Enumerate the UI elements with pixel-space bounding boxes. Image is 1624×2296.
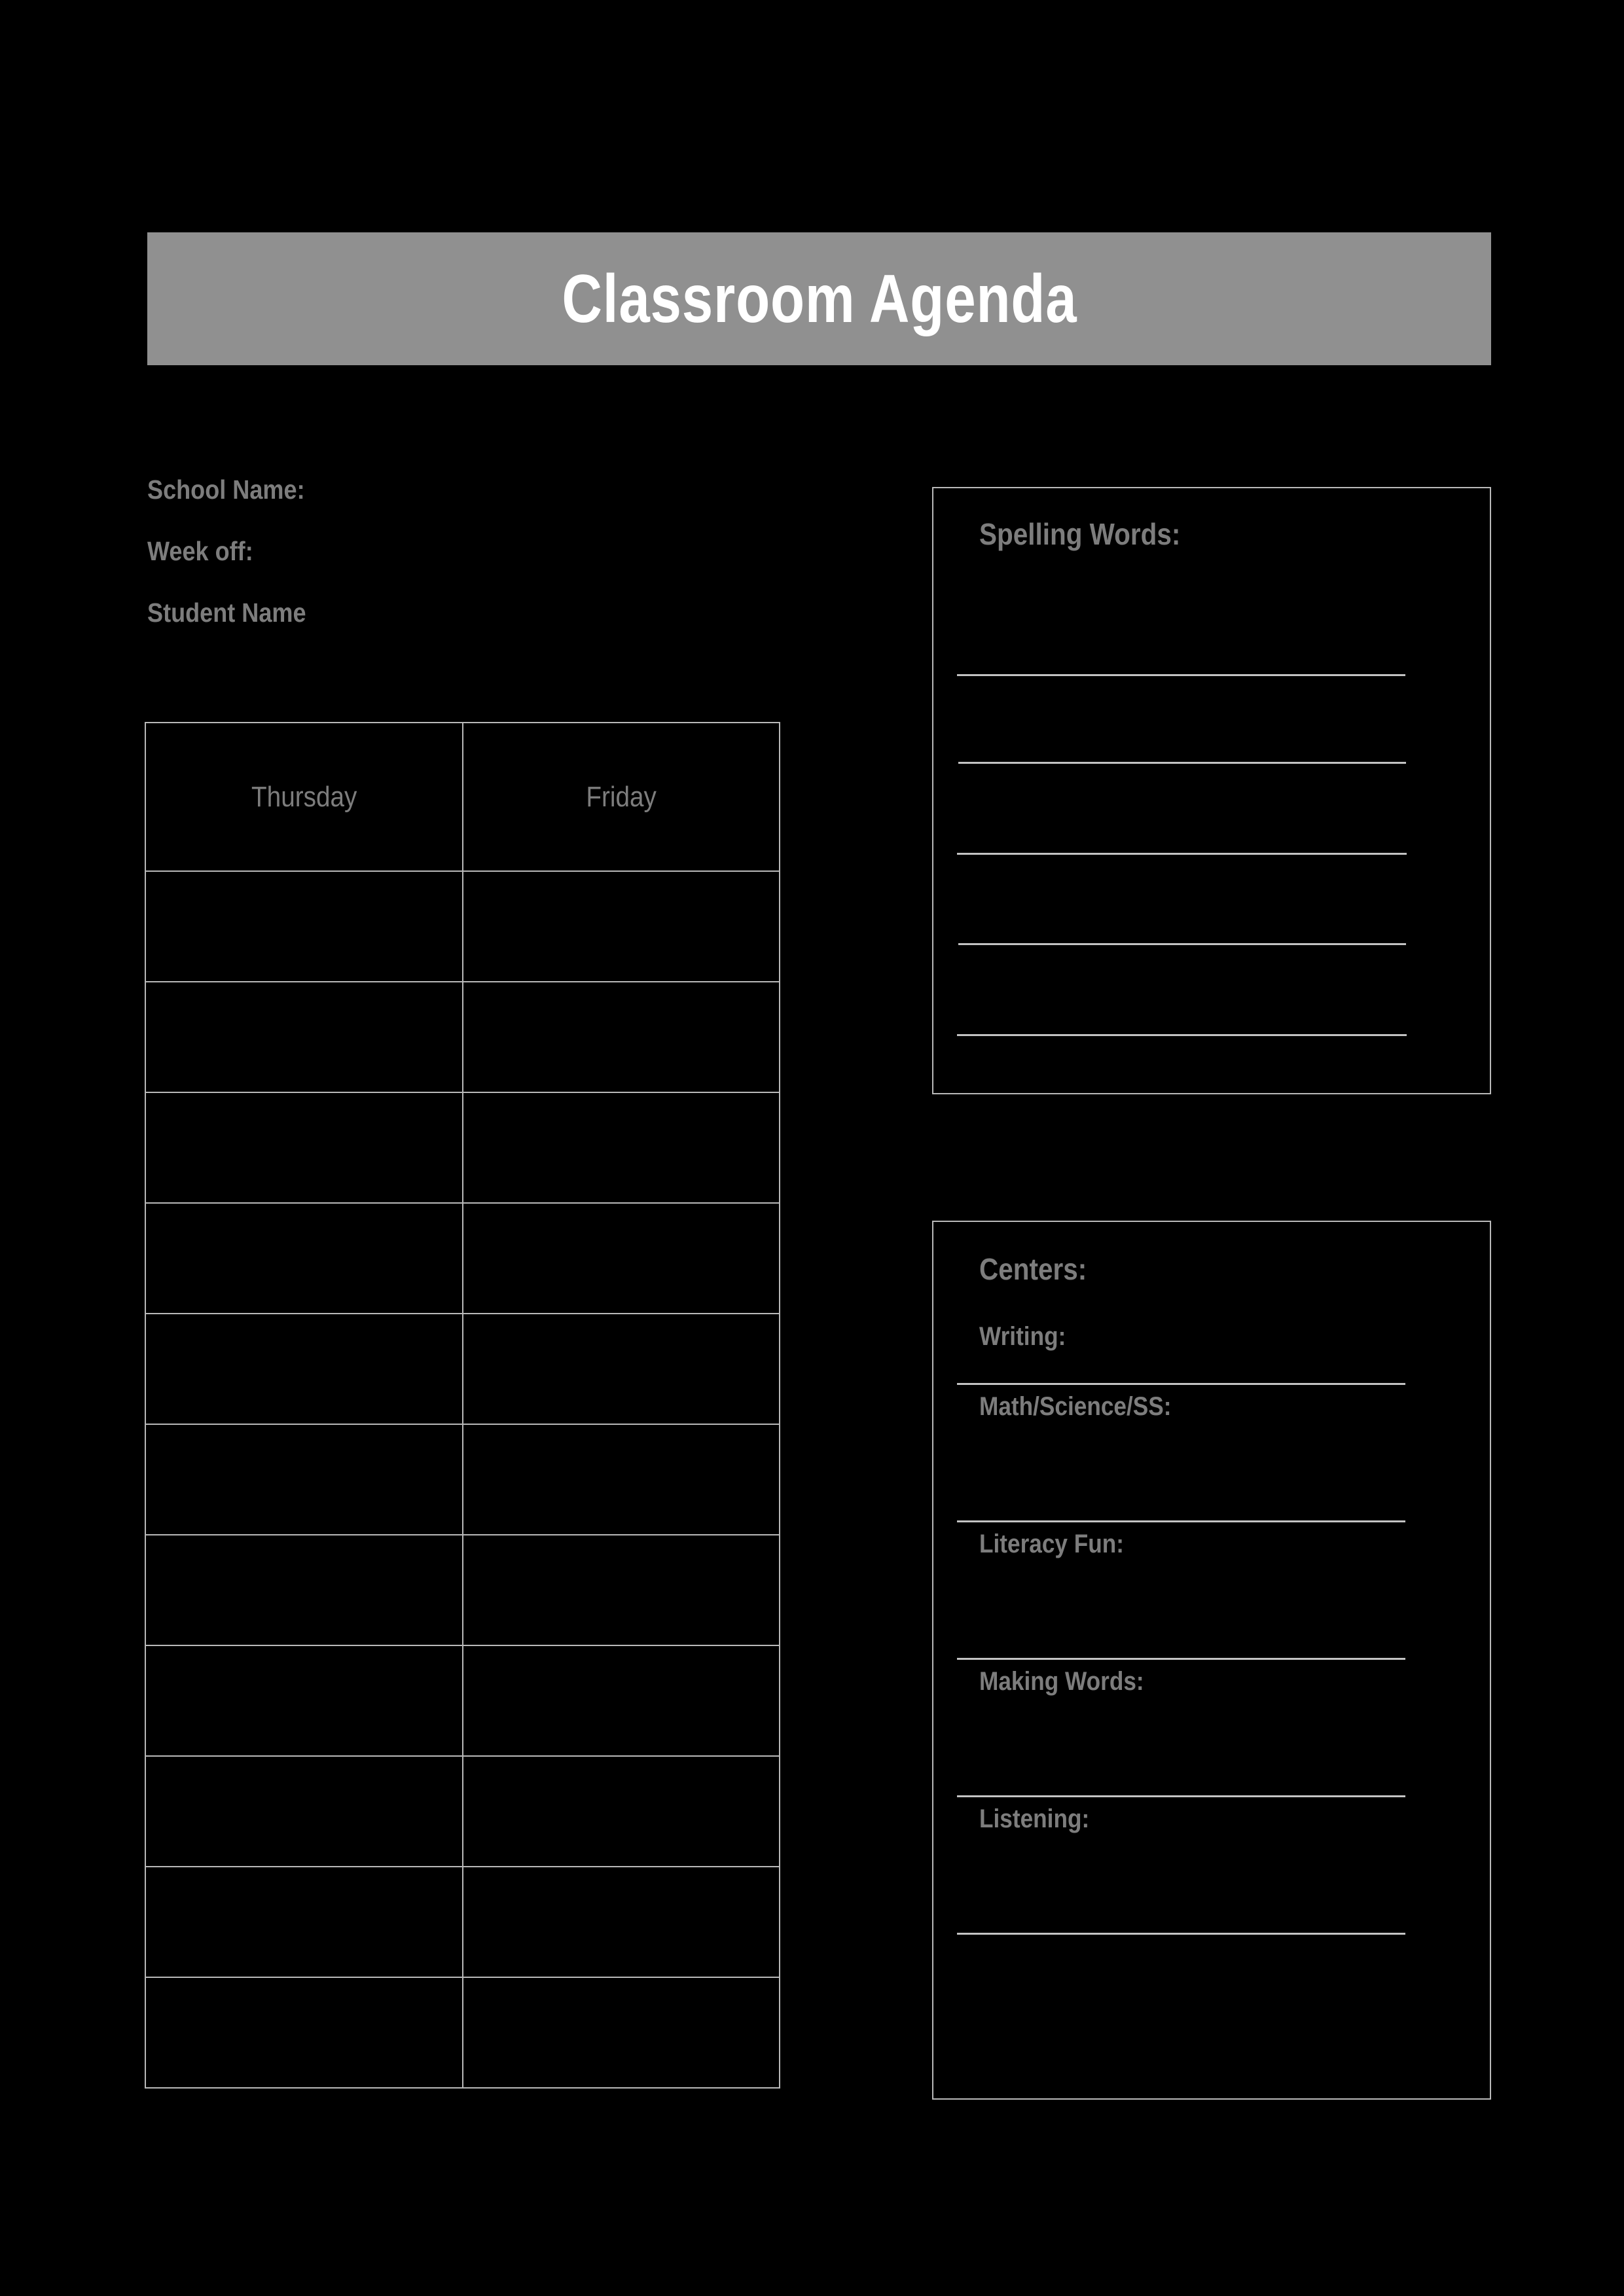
spelling-word-line-1[interactable] <box>957 674 1405 676</box>
centers-item-label-math-science-ss: Math/Science/SS: <box>979 1392 1172 1421</box>
centers-item-line-writing[interactable] <box>957 1383 1405 1385</box>
table-row <box>145 1977 780 2089</box>
centers-heading: Centers: <box>979 1252 1087 1286</box>
centers-item-line-listening[interactable] <box>957 1933 1405 1935</box>
agenda-cell-thursday[interactable] <box>145 981 463 1093</box>
student-name-label: Student Name <box>147 598 306 628</box>
table-row <box>145 1755 780 1867</box>
agenda-cell-thursday[interactable] <box>145 1866 463 1978</box>
spelling-words-panel: Spelling Words: <box>932 487 1491 1094</box>
agenda-cell-thursday[interactable] <box>145 1092 463 1204</box>
agenda-cell-friday[interactable] <box>461 1645 780 1757</box>
table-row <box>145 1092 780 1204</box>
table-header-row: Thursday Friday <box>145 722 780 872</box>
agenda-cell-friday[interactable] <box>461 1092 780 1204</box>
agenda-cell-thursday[interactable] <box>145 1645 463 1757</box>
agenda-cell-friday[interactable] <box>461 1866 780 1978</box>
agenda-cell-thursday[interactable] <box>145 1534 463 1646</box>
week-off-label: Week off: <box>147 536 253 566</box>
centers-item-label-literacy-fun: Literacy Fun: <box>979 1530 1125 1558</box>
table-row <box>145 1424 780 1535</box>
agenda-table: Thursday Friday <box>145 722 780 2089</box>
agenda-cell-friday[interactable] <box>461 1313 780 1425</box>
agenda-cell-friday[interactable] <box>461 1202 780 1314</box>
agenda-cell-thursday[interactable] <box>145 870 463 982</box>
column-header-label: Thursday <box>251 780 357 813</box>
agenda-cell-thursday[interactable] <box>145 1424 463 1535</box>
spelling-word-line-2[interactable] <box>958 762 1406 764</box>
agenda-table-head: Thursday Friday <box>145 722 780 872</box>
centers-item-label-writing: Writing: <box>979 1322 1066 1351</box>
agenda-cell-friday[interactable] <box>461 1534 780 1646</box>
table-row <box>145 870 780 982</box>
table-row <box>145 1534 780 1646</box>
column-header-thursday: Thursday <box>145 722 463 872</box>
agenda-cell-thursday[interactable] <box>145 1313 463 1425</box>
centers-item-label-making-words: Making Words: <box>979 1667 1144 1696</box>
table-row <box>145 1202 780 1314</box>
agenda-cell-thursday[interactable] <box>145 1755 463 1867</box>
table-row <box>145 981 780 1093</box>
spelling-word-line-5[interactable] <box>957 1034 1407 1036</box>
info-block: School Name: Week off: Student Name <box>147 476 736 661</box>
spelling-words-heading: Spelling Words: <box>979 517 1181 551</box>
centers-panel: Centers: Writing: Math/Science/SS: Liter… <box>932 1221 1491 2100</box>
spelling-word-line-4[interactable] <box>958 943 1406 945</box>
agenda-cell-friday[interactable] <box>461 1755 780 1867</box>
agenda-page: Classroom Agenda School Name: Week off: … <box>0 0 1624 2296</box>
school-name-label: School Name: <box>147 475 305 505</box>
agenda-cell-friday[interactable] <box>461 1977 780 2089</box>
spelling-word-line-3[interactable] <box>957 853 1407 855</box>
title-banner: Classroom Agenda <box>147 232 1491 365</box>
table-row <box>145 1866 780 1978</box>
centers-item-line-math-science-ss[interactable] <box>957 1520 1405 1522</box>
centers-item-label-listening: Listening: <box>979 1804 1090 1833</box>
table-row <box>145 1313 780 1425</box>
centers-item-line-making-words[interactable] <box>957 1795 1405 1797</box>
table-row <box>145 1645 780 1757</box>
column-header-label: Friday <box>585 780 657 813</box>
centers-item-line-literacy-fun[interactable] <box>957 1658 1405 1660</box>
agenda-cell-friday[interactable] <box>461 1424 780 1535</box>
agenda-cell-thursday[interactable] <box>145 1202 463 1314</box>
column-header-friday: Friday <box>461 722 780 872</box>
agenda-cell-friday[interactable] <box>461 981 780 1093</box>
agenda-cell-friday[interactable] <box>461 870 780 982</box>
agenda-table-body <box>145 870 780 2089</box>
agenda-cell-thursday[interactable] <box>145 1977 463 2089</box>
page-title: Classroom Agenda <box>561 260 1077 337</box>
